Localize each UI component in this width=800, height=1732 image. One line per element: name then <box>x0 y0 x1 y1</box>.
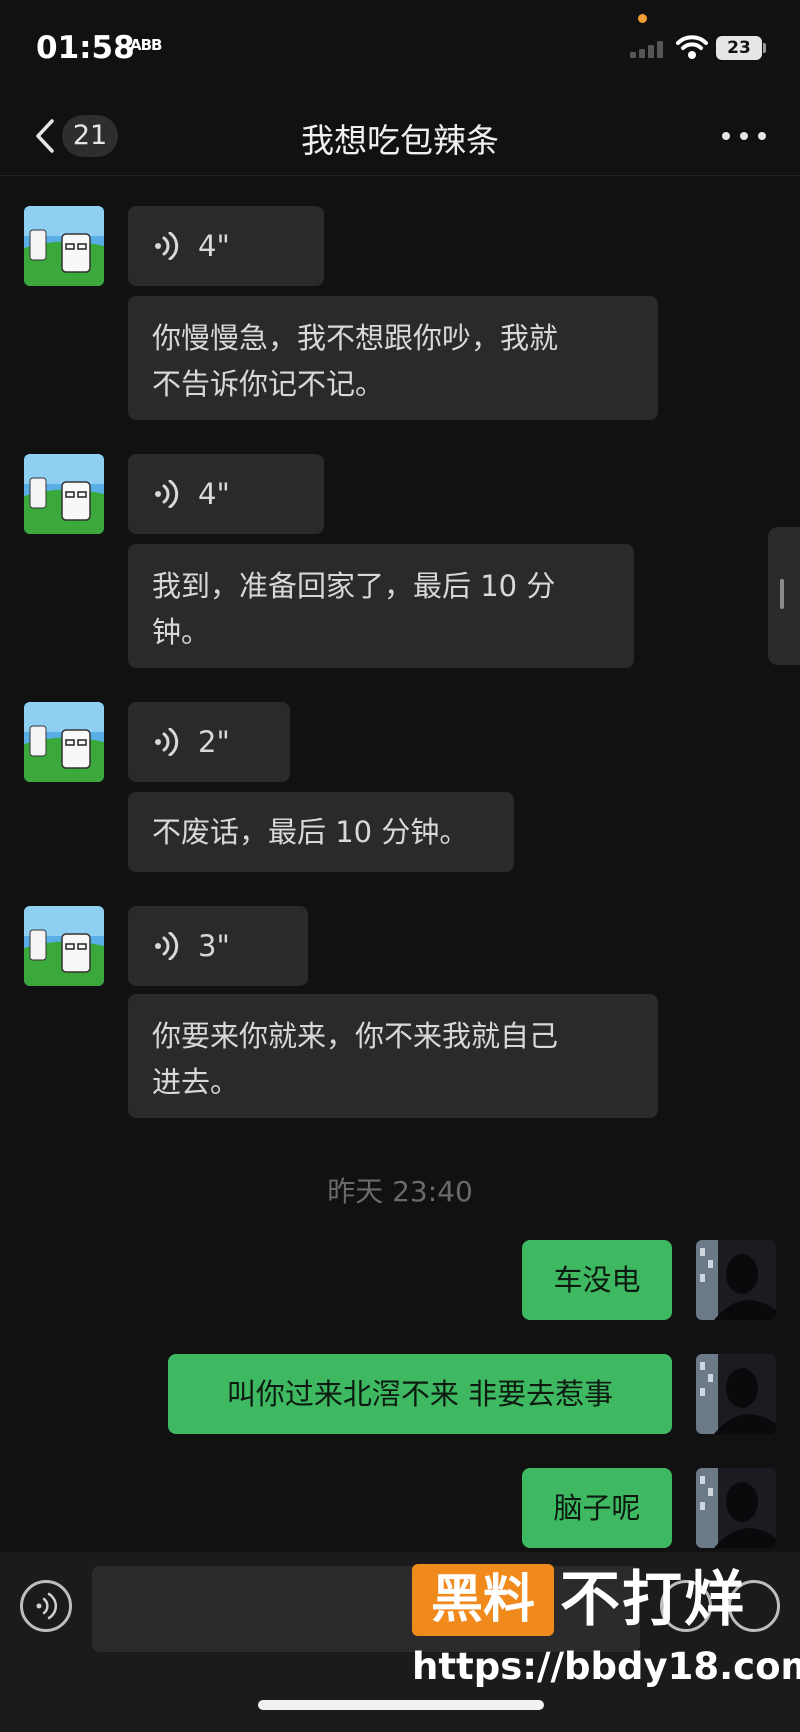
voice-message[interactable]: 4" <box>128 206 324 286</box>
voice-wave-icon <box>155 728 179 756</box>
avatar-image <box>24 454 104 534</box>
voice-duration: 4" <box>198 229 230 263</box>
message-line: 不废话，最后 10 分钟。 <box>152 815 469 849</box>
text-message[interactable]: 你要来你就来，你不来我就自己 进去。 <box>128 994 658 1118</box>
status-app-indicator: ABB <box>130 36 163 54</box>
back-icon[interactable] <box>30 118 60 154</box>
text-message[interactable]: 不废话，最后 10 分钟。 <box>128 792 514 872</box>
more-icon[interactable] <box>722 124 766 148</box>
chat-timestamp: 昨天 23:40 <box>327 1175 473 1208</box>
chat-nav-bar: 21 我想吃包辣条 <box>0 96 800 176</box>
voice-message[interactable]: 4" <box>128 454 324 534</box>
status-time: 01:58 <box>36 30 135 66</box>
battery-icon: 23 <box>716 36 762 60</box>
voice-wave-icon <box>155 232 179 260</box>
voice-duration: 4" <box>198 477 230 511</box>
avatar-image <box>24 206 104 286</box>
voice-duration: 3" <box>198 929 230 963</box>
contact-avatar[interactable] <box>24 206 104 286</box>
scroll-handle[interactable] <box>768 527 800 665</box>
avatar-image <box>696 1240 776 1320</box>
message-line: 你要来你就来，你不来我就自己 <box>152 1019 559 1053</box>
my-avatar[interactable] <box>696 1240 776 1320</box>
my-avatar[interactable] <box>696 1468 776 1548</box>
text-message[interactable]: 我到，准备回家了，最后 10 分 钟。 <box>128 544 634 668</box>
home-indicator[interactable] <box>258 1700 544 1710</box>
my-text-message[interactable]: 脑子呢 <box>522 1468 672 1548</box>
voice-message[interactable]: 3" <box>128 906 308 986</box>
message-line: 我到，准备回家了，最后 10 分 <box>152 569 556 603</box>
recording-dot-icon <box>638 14 647 23</box>
message-line: 你慢慢急，我不想跟你吵，我就 <box>152 321 559 355</box>
voice-wave-icon <box>155 480 179 508</box>
text-message[interactable]: 你慢慢急，我不想跟你吵，我就 不告诉你记不记。 <box>128 296 658 420</box>
watermark-logo: 黑料 <box>412 1564 554 1636</box>
voice-message[interactable]: 2" <box>128 702 290 782</box>
voice-toggle-button[interactable] <box>20 1580 72 1632</box>
avatar-image <box>696 1354 776 1434</box>
message-input[interactable] <box>92 1566 640 1652</box>
avatar-image <box>24 906 104 986</box>
voice-wave-icon <box>36 1592 58 1620</box>
message-line: 进去。 <box>152 1065 240 1099</box>
contact-avatar[interactable] <box>24 702 104 782</box>
watermark-text: 不打烊 <box>560 1565 746 1635</box>
wifi-icon <box>676 35 708 59</box>
contact-avatar[interactable] <box>24 906 104 986</box>
avatar-image <box>696 1468 776 1548</box>
contact-avatar[interactable] <box>24 454 104 534</box>
watermark-url: https://bbdy18.com <box>412 1645 800 1688</box>
voice-duration: 2" <box>198 725 230 759</box>
my-avatar[interactable] <box>696 1354 776 1434</box>
voice-wave-icon <box>155 932 179 960</box>
chat-title: 我想吃包辣条 <box>301 121 499 160</box>
unread-count-badge[interactable]: 21 <box>62 115 118 157</box>
my-text-message[interactable]: 叫你过来北滘不来 非要去惹事 <box>168 1354 672 1434</box>
status-bar: 01:58 ABB 23 <box>0 0 800 96</box>
battery-cap <box>763 43 766 53</box>
avatar-image <box>24 702 104 782</box>
message-line: 不告诉你记不记。 <box>152 367 385 401</box>
message-line: 钟。 <box>152 615 211 649</box>
signal-icon <box>630 41 663 58</box>
my-text-message[interactable]: 车没电 <box>522 1240 672 1320</box>
